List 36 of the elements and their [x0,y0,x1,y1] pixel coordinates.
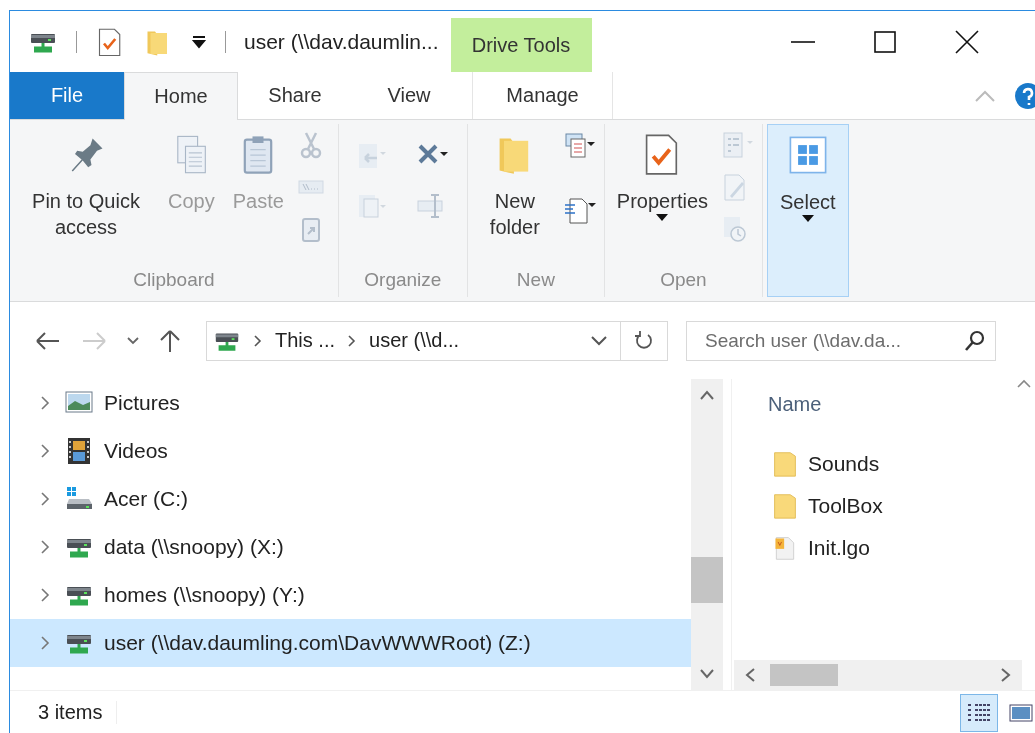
search-field[interactable]: Search user (\\dav.da... [686,320,996,361]
file-name[interactable]: Sounds [808,452,880,476]
file-name[interactable]: ToolBox [808,494,883,518]
tree-item[interactable]: user (\\dav.daumling.com\DavWWWRoot) (Z:) [10,619,691,667]
group-label: Organize [364,269,442,292]
ribbon-button[interactable]: Pin to Quick access [16,124,156,240]
tree-label[interactable]: Videos [104,439,168,463]
window-title: user (\\dav.daumlin... [244,29,439,54]
tree-item[interactable]: data (\\snoopy) (X:) [10,523,691,571]
tree-label[interactable]: Pictures [104,391,180,415]
tree-label[interactable]: homes (\\snoopy) (Y:) [104,583,305,607]
address-bar[interactable]: This ... user (\\d... [206,320,668,361]
tree-item[interactable]: Acer (C:) [10,475,691,523]
tree-label[interactable]: data (\\snoopy) (X:) [104,535,284,559]
ribbon-tab[interactable]: File [10,72,124,119]
tree-item[interactable]: Videos [10,427,691,475]
ribbon-tab[interactable]: Home [124,72,238,120]
group-label: Clipboard [133,269,215,292]
ribbon-button[interactable]: Properties [610,124,714,222]
breadcrumb[interactable]: This ... [275,329,335,352]
group-label: Open [660,269,707,292]
tree-item[interactable]: homes (\\snoopy) (Y:) [10,571,691,619]
file-name[interactable]: Init.lgo [808,536,870,560]
tree-label[interactable]: user (\\dav.daumling.com\DavWWWRoot) (Z:) [104,631,531,655]
column-header[interactable]: Name [768,392,822,416]
tree-item[interactable]: Pictures [10,379,691,427]
group-label: New [516,269,555,292]
ribbon-tab[interactable]: View [352,72,466,119]
ribbon-tab[interactable]: Manage [472,72,613,119]
context-tab-header: Drive Tools [450,18,592,72]
ribbon-tab[interactable]: Share [238,72,352,119]
tree-label[interactable]: Acer (C:) [104,487,188,511]
breadcrumb[interactable]: user (\\d... [369,329,460,352]
ribbon-button[interactable]: New folder [473,124,556,240]
item-count: 3 items [38,701,118,724]
search-input[interactable]: Search user (\\dav.da... [703,328,963,353]
